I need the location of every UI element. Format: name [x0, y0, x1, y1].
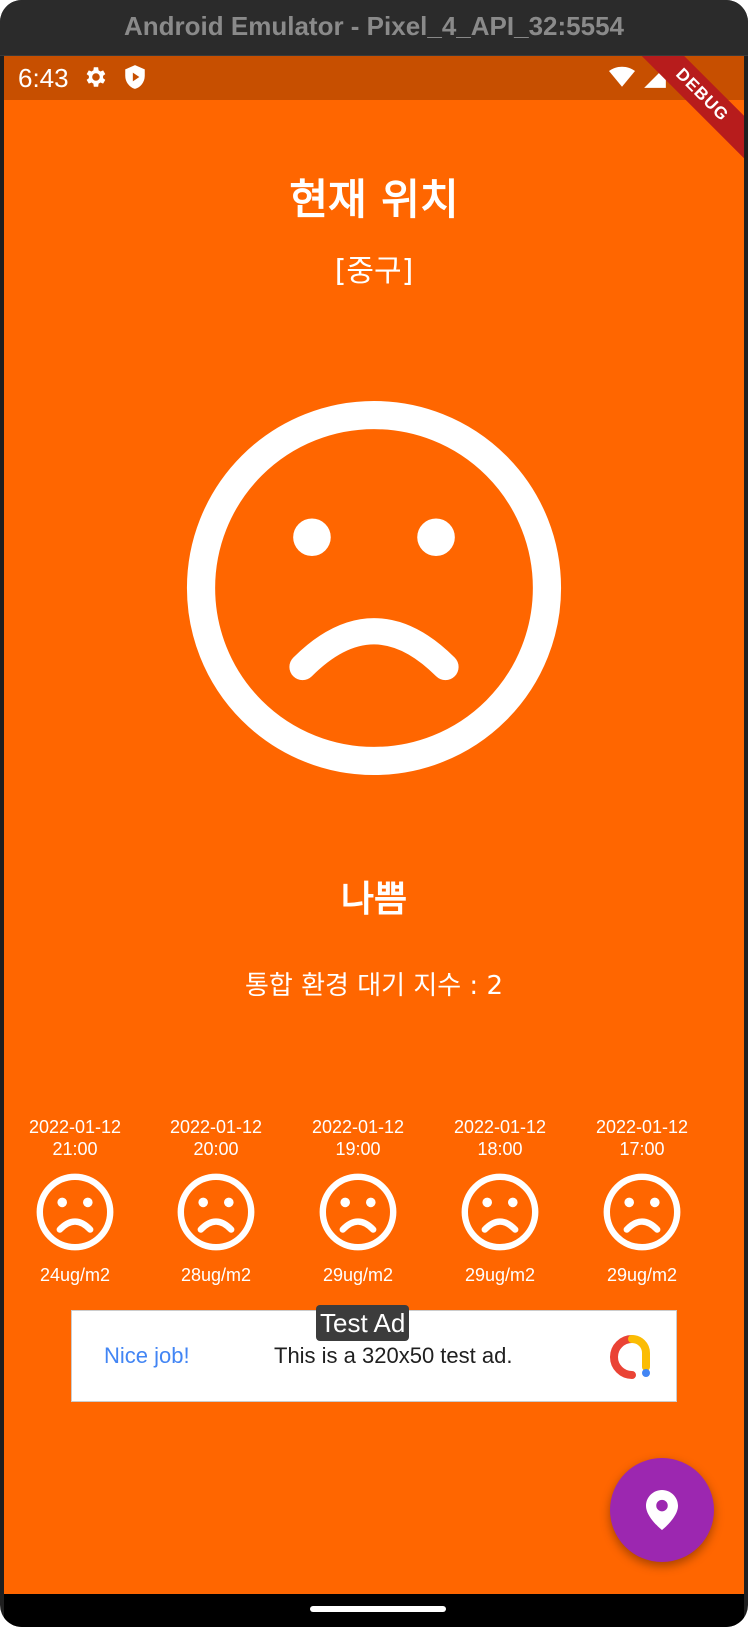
ad-nice-label: Nice job!: [104, 1343, 190, 1368]
forecast-time: 19:00: [335, 1139, 381, 1159]
banner-ad[interactable]: Test Ad Nice job! This is a 320x50 test …: [71, 1305, 677, 1402]
forecast-date: 2022-01-12: [595, 1117, 689, 1137]
location-fab-button[interactable]: [610, 1458, 714, 1562]
navigation-bar: [4, 1594, 744, 1627]
forecast-date: 2: [719, 1116, 744, 1138]
forecast-date: 2022-01-12: [169, 1117, 263, 1137]
forecast-item: 2022-01-12 18:00 29ug/m2: [435, 1116, 565, 1286]
forecast-time: 21:00: [52, 1139, 98, 1159]
emulator-window: Android Emulator - Pixel_4_API_32:5554 6…: [0, 0, 748, 1627]
forecast-time: 20:00: [193, 1139, 239, 1159]
forecast-date: 2022-01-12: [28, 1117, 122, 1137]
test-ad-badge: Test Ad: [316, 1305, 410, 1341]
gesture-handle[interactable]: [310, 1606, 446, 1612]
sad-face-icon: [319, 1173, 397, 1251]
emulator-titlebar: Android Emulator - Pixel_4_API_32:5554: [0, 0, 748, 56]
forecast-item: 2022-01-12 19:00 29ug/m2: [293, 1116, 423, 1286]
location-heading: 현재 위치: [289, 175, 459, 224]
hourly-forecast-list[interactable]: 2022-01-12 21:00 24ug/m2 2022-01-12 20:0…: [4, 1116, 744, 1296]
admob-logo-icon: [610, 1335, 650, 1379]
location-pin-icon: [646, 1490, 678, 1530]
air-quality-status: 나쁨: [340, 879, 408, 920]
forecast-value: 24ug/m2: [39, 1265, 111, 1285]
forecast-item: 2022-01-12 17:00 29ug/m2: [577, 1116, 707, 1286]
app-screen: 6:43 DEBUG 현재 위치 [중구] 나쁨 통합 환경 대기 지수: 2…: [4, 56, 744, 1594]
forecast-item-partial: 2: [719, 1116, 744, 1138]
sad-face-icon: [603, 1173, 681, 1251]
forecast-value: 28ug/m2: [180, 1265, 252, 1285]
forecast-time: 17:00: [619, 1139, 665, 1159]
sad-face-icon: [36, 1173, 114, 1251]
status-bar: 6:43 DEBUG: [4, 56, 744, 163]
air-quality-index: 통합 환경 대기 지수 : 2: [245, 971, 503, 1001]
forecast-value: 29ug/m2: [606, 1265, 678, 1285]
forecast-value: 29ug/m2: [322, 1265, 394, 1285]
window-title: Android Emulator - Pixel_4_API_32:5554: [124, 11, 624, 41]
forecast-value: 29ug/m2: [464, 1265, 536, 1285]
sad-face-icon: [461, 1173, 539, 1251]
forecast-item: 2022-01-12 21:00 24ug/m2: [10, 1116, 140, 1286]
forecast-time: 18:00: [477, 1139, 523, 1159]
sad-face-icon: [186, 400, 562, 776]
district-label: [중구]: [334, 254, 414, 289]
forecast-item: 2022-01-12 20:00 28ug/m2: [151, 1116, 281, 1286]
ad-message: This is a 320x50 test ad.: [274, 1343, 513, 1368]
shield-play-icon: [125, 65, 145, 89]
sad-face-icon: [177, 1173, 255, 1251]
wifi-icon: [609, 66, 635, 87]
forecast-date: 2022-01-12: [453, 1117, 547, 1137]
settings-icon: [86, 67, 106, 87]
forecast-date: 2022-01-12: [311, 1117, 405, 1137]
status-time: 6:43: [18, 63, 69, 93]
